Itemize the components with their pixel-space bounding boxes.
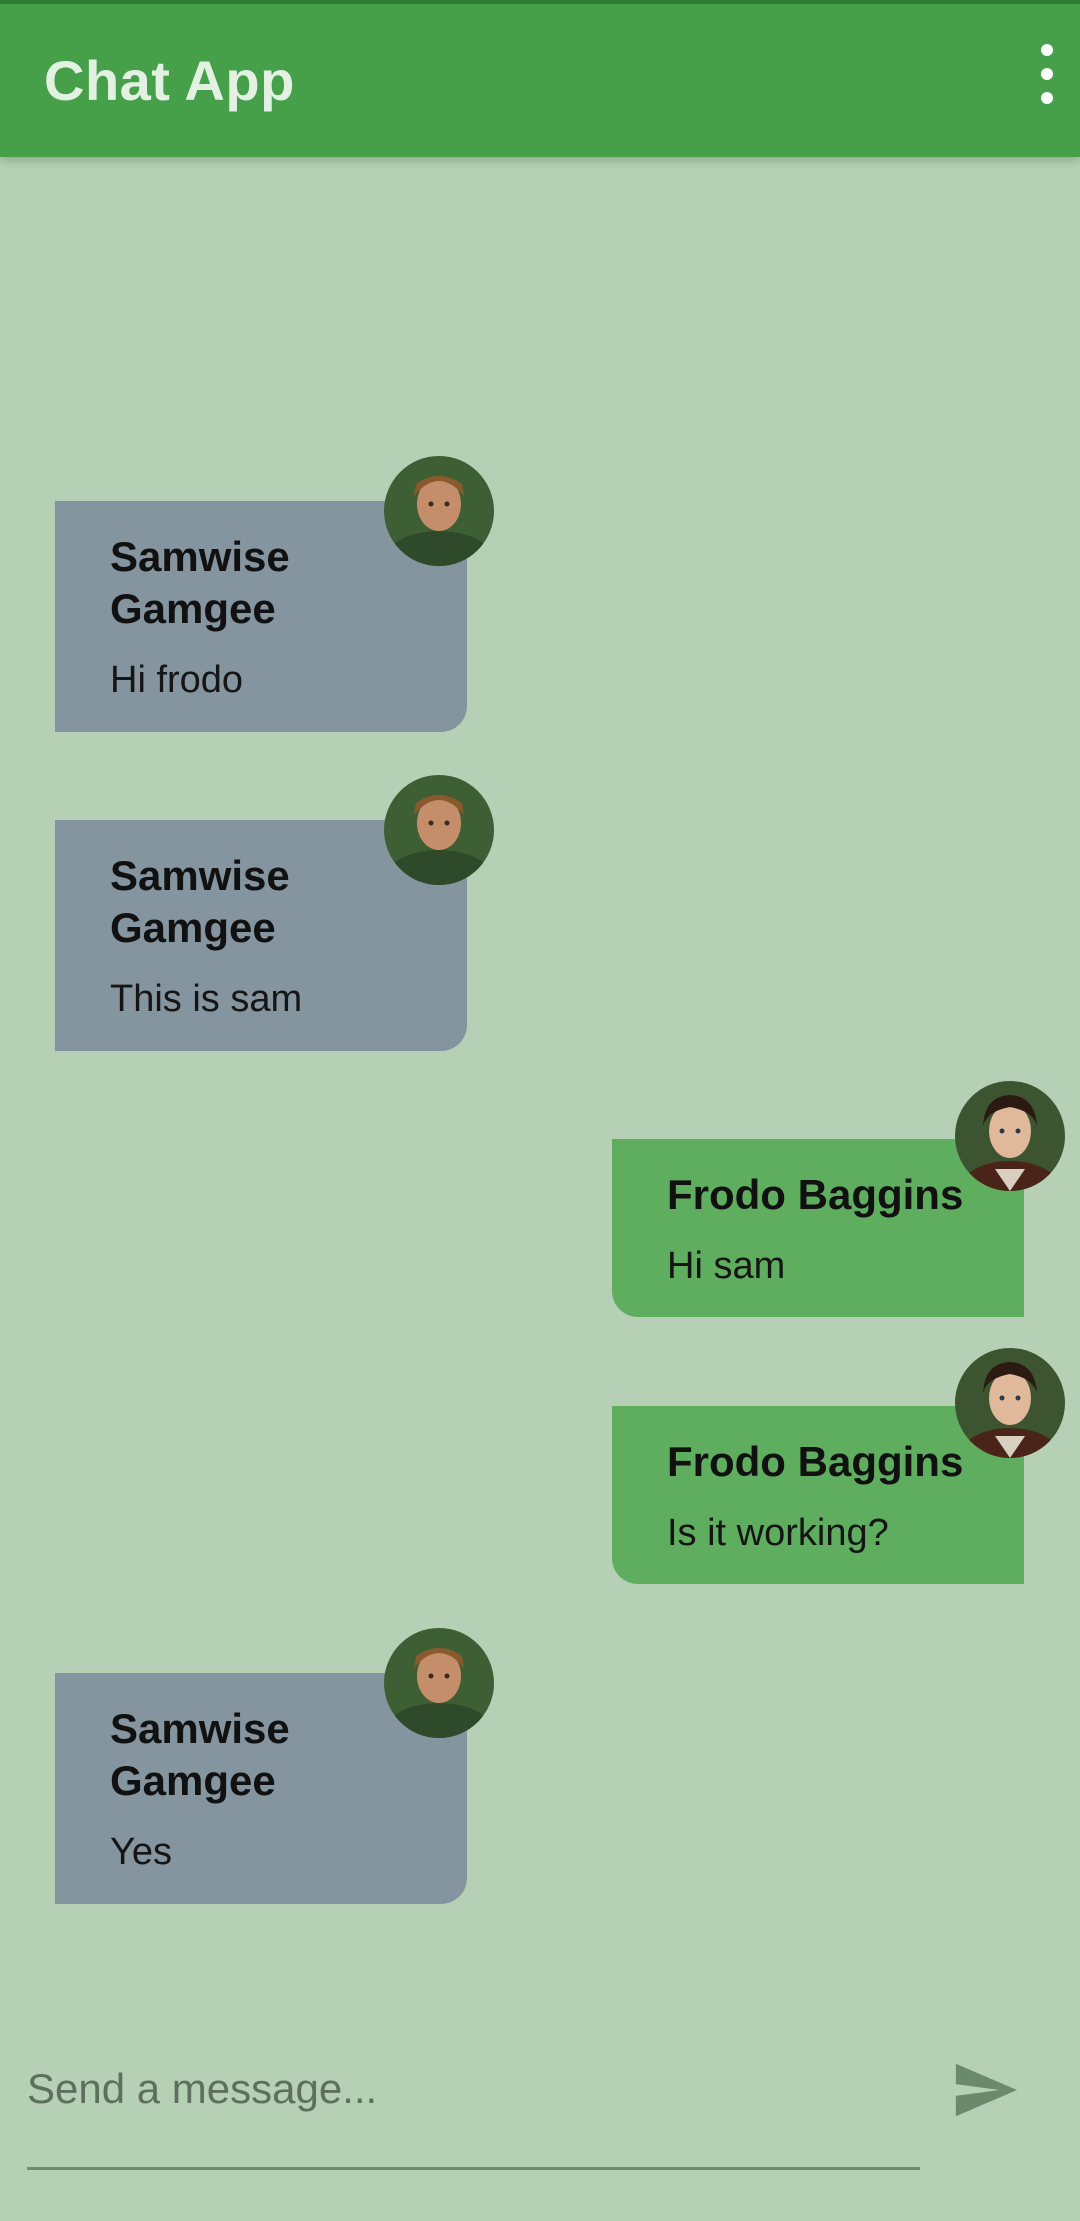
chat-screen: Chat App Samwise Gamgee Hi frodo Samwise… xyxy=(0,0,1080,2221)
message-text: Yes xyxy=(110,1831,172,1873)
message-text: Is it working? xyxy=(667,1512,889,1554)
message-text: This is sam xyxy=(110,978,303,1020)
message-text: Hi frodo xyxy=(110,659,244,701)
sender-name: Samwise Gamgee xyxy=(110,1705,290,1804)
app-title: Chat App xyxy=(44,49,295,112)
sam-avatar xyxy=(384,775,494,885)
sam-avatar xyxy=(384,1628,494,1738)
sender-name: Frodo Baggins xyxy=(667,1438,964,1485)
more-vert-icon[interactable] xyxy=(1032,44,1062,104)
app-bar: Chat App xyxy=(0,0,1080,157)
message-bubble: Frodo Baggins Is it working? xyxy=(612,1406,1024,1584)
frodo-avatar xyxy=(955,1081,1065,1191)
sam-avatar xyxy=(384,456,494,566)
message-input[interactable] xyxy=(27,2010,920,2170)
message-bubble: Frodo Baggins Hi sam xyxy=(612,1139,1024,1317)
send-icon[interactable] xyxy=(950,2055,1020,2125)
sender-name: Samwise Gamgee xyxy=(110,852,290,951)
sender-name: Samwise Gamgee xyxy=(110,533,290,632)
message-composer xyxy=(0,2010,1080,2221)
frodo-avatar xyxy=(955,1348,1065,1458)
message-text: Hi sam xyxy=(667,1245,786,1287)
sender-name: Frodo Baggins xyxy=(667,1171,964,1218)
